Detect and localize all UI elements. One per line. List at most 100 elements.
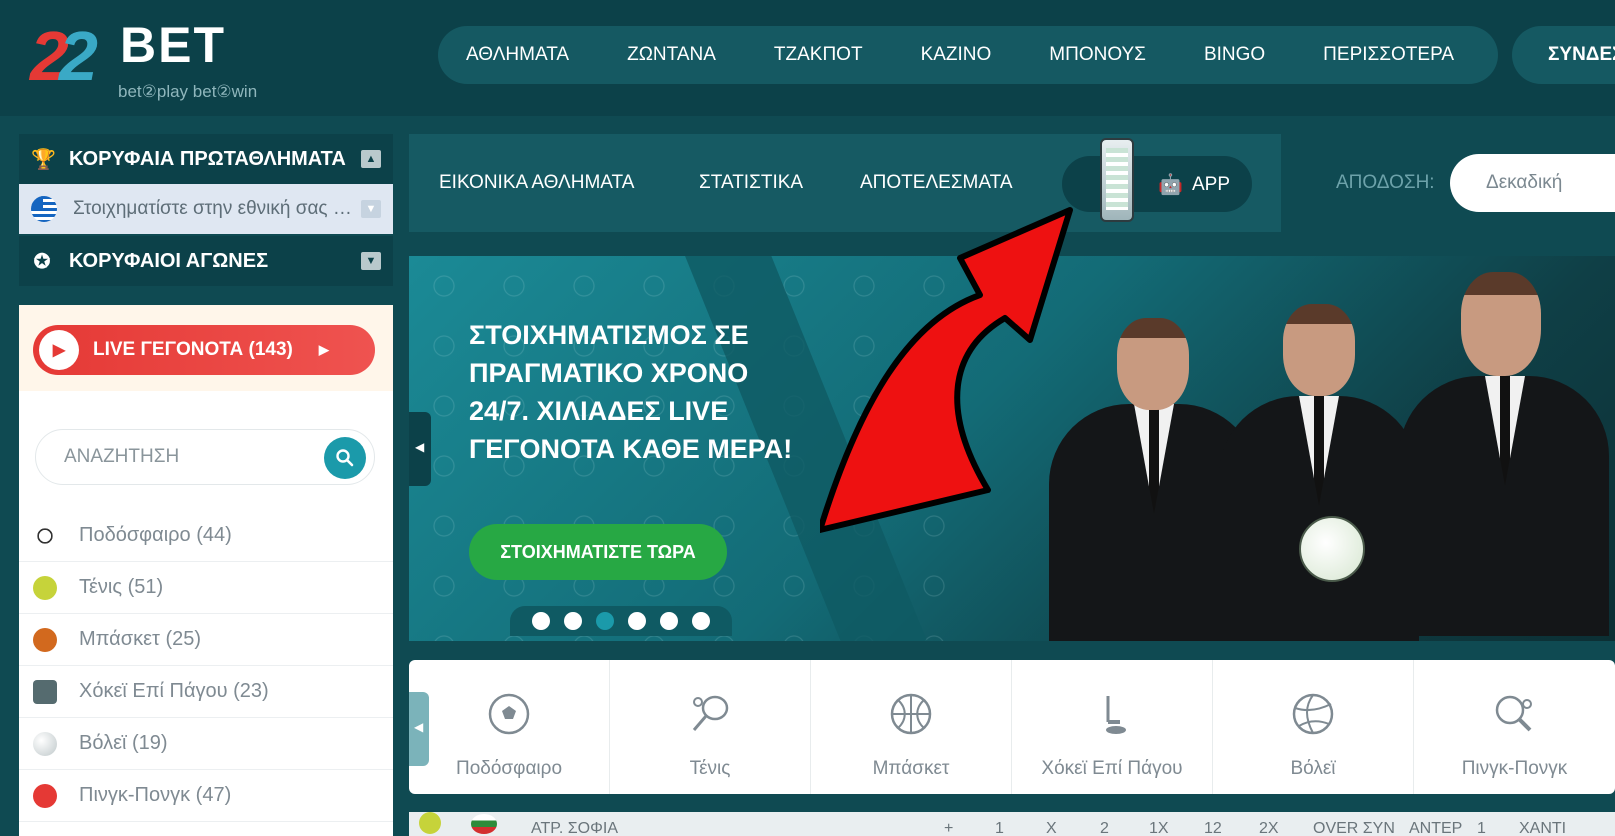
- odds-format-select[interactable]: Δεκαδική: [1450, 154, 1615, 212]
- match-col: OVER ΣΥΝ: [1313, 820, 1395, 836]
- logo[interactable]: 22 BET bet②play bet②win: [30, 10, 290, 101]
- bet-now-button[interactable]: ΣΤΟΙΧΗΜΑΤΙΣΤΕ ΤΩΡΑ: [469, 524, 727, 580]
- volleyball-icon: [1292, 693, 1334, 735]
- slide-dot[interactable]: [628, 612, 646, 630]
- chevron-down-icon[interactable]: ▼: [361, 252, 381, 270]
- match-col: 12: [1204, 820, 1222, 836]
- sidebar: 🏆 ΚΟΡΥΦΑΙΑ ΠΡΩΤΑΘΛΗΜΑΤΑ ▲ Στοιχηματίστε …: [19, 134, 393, 286]
- login-button[interactable]: ΣΥΝΔΕΣΗ: [1512, 26, 1615, 84]
- match-col: +: [944, 820, 954, 836]
- slide-dot[interactable]: [692, 612, 710, 630]
- sport-label: Μπάσκετ (25): [79, 628, 202, 650]
- sports-bar-label: Χόκεϊ Επί Πάγου: [1041, 758, 1183, 779]
- banner-headline: ΣΤΟΙΧΗΜΑΤΙΣΜΟΣ ΣΕ ΠΡΑΓΜΑΤΙΚΟ ΧΡΟΝΟ 24/7.…: [469, 320, 793, 464]
- sport-item-tennis[interactable]: Τένις (51): [19, 562, 393, 614]
- logo-number: 22: [30, 17, 98, 95]
- arrow-right-icon: ▶: [318, 342, 329, 357]
- slide-indicators: [510, 606, 732, 636]
- match-col: 1: [1477, 820, 1486, 836]
- match-col: 2X: [1259, 820, 1279, 836]
- nav-sports[interactable]: ΑΘΛΗΜΑΤΑ: [438, 44, 598, 66]
- tennis-ball-icon: [419, 812, 441, 834]
- nav-bingo[interactable]: BINGO: [1175, 44, 1294, 66]
- slide-dot[interactable]: [660, 612, 678, 630]
- sports-bar-volleyball[interactable]: Βόλεϊ: [1213, 660, 1414, 794]
- android-icon[interactable]: 🤖: [1158, 172, 1183, 197]
- volleyball-icon: [33, 731, 57, 756]
- match-col: 1: [995, 820, 1004, 836]
- sidebar-collapse-toggle[interactable]: ◀: [409, 412, 431, 486]
- football-image: [1299, 516, 1365, 582]
- ice-skate-icon: [33, 679, 57, 704]
- app-label: APP: [1192, 174, 1231, 195]
- slide-dot[interactable]: [532, 612, 550, 630]
- sport-label: Βόλεϊ (19): [79, 732, 168, 754]
- search-icon[interactable]: [324, 437, 366, 479]
- nav-more[interactable]: ΠΕΡΙΣΣΟΤΕΡΑ: [1294, 44, 1483, 66]
- bulgaria-flag-icon: [471, 814, 497, 834]
- sport-item-basketball[interactable]: Μπάσκετ (25): [19, 614, 393, 666]
- national-team-item[interactable]: Στοιχηματίστε στην εθνική σας ομάδα ▼: [19, 184, 393, 234]
- live-box: ▶ LIVE ΓΕΓΟΝΟΤΑ (143) ▶: [19, 305, 393, 391]
- sport-item-football[interactable]: Ποδόσφαιρο (44): [19, 510, 393, 562]
- sport-label: Τένις (51): [79, 576, 164, 598]
- hockey-stick-icon: [1106, 696, 1126, 734]
- slide-dot[interactable]: [564, 612, 582, 630]
- live-events-button[interactable]: ▶ LIVE ΓΕΓΟΝΟΤΑ (143) ▶: [33, 325, 375, 375]
- sport-item-pingpong[interactable]: Πινγκ-Πονγκ (47): [19, 770, 393, 822]
- match-col: X: [1046, 820, 1057, 836]
- nav-live[interactable]: ΖΩΝΤΑΝΑ: [598, 44, 745, 66]
- match-col: ΑΝΤΕΡ: [1409, 820, 1463, 836]
- live-events-label: LIVE ΓΕΓΟΝΟΤΑ (143): [93, 339, 293, 360]
- football-icon: [33, 523, 57, 548]
- top-leagues-label: ΚΟΡΥΦΑΙΑ ΠΡΩΤΑΘΛΗΜΑΤΑ: [69, 147, 346, 170]
- odds-format-label: ΑΠΟΔΟΣΗ:: [1336, 172, 1435, 193]
- tennis-racket-icon: [692, 695, 729, 731]
- match-col: 1X: [1149, 820, 1169, 836]
- logo-tagline: bet②play bet②win: [118, 82, 258, 101]
- top-matches-label: ΚΟΡΥΦΑΙΟΙ ΑΓΩΝΕΣ: [69, 249, 269, 272]
- red-arrow-annotation: [820, 207, 1073, 533]
- sport-label: Χόκεϊ Επί Πάγου (23): [79, 680, 269, 702]
- site-header: 22 BET bet②play bet②win ΑΘΛΗΜΑΤΑ ΖΩΝΤΑΝΑ…: [0, 0, 1615, 116]
- chevron-up-icon[interactable]: ▲: [361, 150, 381, 168]
- logo-word: BET: [120, 17, 226, 73]
- sports-bar-hockey[interactable]: Χόκεϊ Επί Πάγου: [1012, 660, 1213, 794]
- sports-bar-pingpong[interactable]: Πινγκ-Πονγκ: [1414, 660, 1615, 794]
- nav-casino[interactable]: ΚΑΖΙΝΟ: [892, 44, 1021, 66]
- sports-bar-label: Βόλεϊ: [1290, 758, 1336, 779]
- search-input[interactable]: [36, 446, 306, 468]
- chevron-down-icon[interactable]: ▼: [361, 200, 381, 218]
- sport-label: Ποδόσφαιρο (44): [79, 524, 232, 546]
- sports-bar-football[interactable]: Ποδόσφαιρο: [409, 660, 610, 794]
- slide-dot-active[interactable]: [596, 612, 614, 630]
- match-col: 2: [1100, 820, 1109, 836]
- subnav-virtual-sports[interactable]: ΕΙΚΟΝΙΚΑ ΑΘΛΗΜΑΤΑ: [439, 172, 634, 194]
- sports-bar: ◀ Ποδόσφαιρο Τένις Μπάσκετ Χόκεϊ Επί Πάγ…: [409, 660, 1615, 794]
- sports-list: Ποδόσφαιρο (44) Τένις (51) Μπάσκετ (25) …: [19, 510, 393, 822]
- tennis-ball-icon: [33, 575, 57, 600]
- nav-bonus[interactable]: ΜΠΟΝΟΥΣ: [1020, 44, 1175, 66]
- sports-bar-tennis[interactable]: Τένις: [610, 660, 811, 794]
- football-icon: [488, 693, 530, 735]
- sports-bar-label: Μπάσκετ: [872, 758, 950, 779]
- ping-pong-icon: [33, 783, 57, 808]
- basketball-icon: [890, 693, 932, 735]
- national-team-label: Στοιχηματίστε στην εθνική σας ομάδα: [73, 198, 353, 219]
- subnav-results[interactable]: ΑΠΟΤΕΛΕΣΜΑΤΑ: [860, 172, 1013, 194]
- play-icon: ▶: [39, 330, 79, 370]
- sports-bar-label: Ποδόσφαιρο: [455, 758, 563, 779]
- trophy-icon: 🏆: [31, 148, 56, 171]
- match-col: ΧΑΝΤΙ: [1519, 820, 1567, 836]
- award-icon: ✪: [33, 250, 51, 273]
- sport-item-volleyball[interactable]: Βόλεϊ (19): [19, 718, 393, 770]
- sports-bar-basketball[interactable]: Μπάσκετ: [811, 660, 1012, 794]
- match-row[interactable]: ΑΤΡ. ΣΟΦΙΑ + 1 X 2 1X 12 2X OVER ΣΥΝ ΑΝΤ…: [409, 812, 1615, 836]
- sport-label: Πινγκ-Πονγκ (47): [79, 784, 232, 806]
- top-leagues-header[interactable]: 🏆 ΚΟΡΥΦΑΙΑ ΠΡΩΤΑΘΛΗΜΑΤΑ ▲: [19, 134, 393, 184]
- top-matches-header[interactable]: ✪ ΚΟΡΥΦΑΙΟΙ ΑΓΩΝΕΣ ▼: [19, 236, 393, 286]
- sport-item-hockey[interactable]: Χόκεϊ Επί Πάγου (23): [19, 666, 393, 718]
- sports-bar-label: Πινγκ-Πονγκ: [1461, 758, 1568, 779]
- nav-jackpot[interactable]: ΤΖΑΚΠΟΤ: [745, 44, 892, 66]
- subnav-statistics[interactable]: ΣΤΑΤΙΣΤΙΚΑ: [699, 172, 803, 194]
